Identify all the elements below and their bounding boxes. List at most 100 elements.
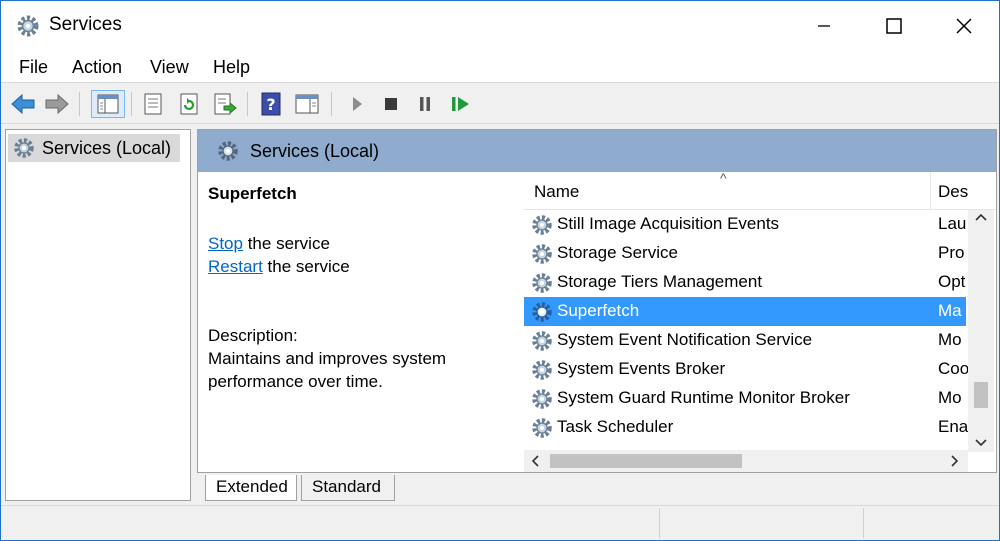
show-action-pane-icon — [295, 94, 319, 114]
resume-service-icon — [452, 97, 469, 111]
service-name: System Events Broker — [557, 359, 726, 378]
service-description: Mo — [938, 330, 962, 349]
forward-arrow-icon — [45, 93, 69, 115]
pause-service-button[interactable] — [411, 90, 439, 118]
service-row[interactable]: Still Image Acquisition Events Lau — [524, 210, 966, 239]
resume-service-button[interactable] — [447, 90, 475, 118]
back-button[interactable] — [9, 90, 37, 118]
stop-service-icon — [385, 98, 397, 110]
properties-icon — [144, 93, 162, 115]
toolbar: ? — [1, 84, 999, 124]
stop-service-button[interactable] — [377, 90, 405, 118]
services-list: ^ Name Des Still Image Acquisition Event… — [524, 172, 996, 472]
services-gear-icon — [14, 138, 34, 158]
services-content-pane: Services (Local) Superfetch Stop the ser… — [197, 129, 997, 473]
service-gear-icon — [532, 302, 552, 322]
horizontal-scrollbar[interactable] — [524, 450, 968, 472]
service-gear-icon — [532, 244, 552, 264]
service-description: Lau — [938, 214, 967, 233]
service-name: Still Image Acquisition Events — [557, 214, 780, 233]
service-gear-icon — [532, 331, 552, 351]
service-description: Pro — [938, 243, 965, 262]
selected-service-name: Superfetch — [208, 184, 297, 203]
menu-bar: File Action View Help — [1, 51, 999, 83]
scroll-up-icon — [975, 213, 987, 221]
service-name: Storage Tiers Management — [557, 272, 763, 291]
restart-service-link[interactable]: Restart — [208, 257, 263, 276]
export-list-button[interactable] — [211, 90, 239, 118]
column-header-name[interactable]: Name — [534, 182, 579, 202]
console-tree: Services (Local) — [5, 129, 191, 501]
forward-button[interactable] — [43, 90, 71, 118]
show-hide-console-tree-icon — [97, 94, 119, 114]
close-button[interactable] — [929, 1, 999, 51]
maximize-icon — [886, 18, 902, 34]
service-description: Coo — [938, 359, 970, 378]
service-name: Superfetch — [557, 301, 640, 320]
service-row[interactable]: Storage Service Pro — [524, 239, 966, 268]
refresh-button[interactable] — [175, 90, 203, 118]
view-tabs: Extended Standard — [197, 475, 997, 503]
service-description: Mo — [938, 388, 962, 407]
pause-service-icon — [420, 97, 430, 111]
refresh-icon — [180, 93, 198, 115]
close-icon — [956, 18, 972, 34]
column-header-description[interactable]: Des — [938, 182, 968, 202]
title-bar: Services — [1, 1, 999, 51]
menu-help[interactable]: Help — [213, 57, 250, 78]
scroll-left-icon — [531, 455, 539, 467]
menu-file[interactable]: File — [19, 57, 48, 78]
scroll-down-icon — [975, 439, 987, 447]
help-button[interactable]: ? — [257, 90, 285, 118]
service-gear-icon — [532, 389, 552, 409]
window-title: Services — [49, 14, 122, 35]
description-label: Description: — [208, 326, 298, 345]
minimize-button[interactable] — [789, 1, 859, 51]
service-description: Opt — [938, 272, 966, 291]
service-name: Task Scheduler — [557, 417, 674, 436]
service-row[interactable]: System Events Broker Coo — [524, 355, 970, 384]
show-hide-console-tree-button[interactable] — [91, 90, 125, 118]
service-description: Ma — [938, 301, 962, 320]
tree-item-label: Services (Local) — [42, 137, 172, 158]
service-name: System Event Notification Service — [557, 330, 813, 349]
maximize-button[interactable] — [859, 1, 929, 51]
vertical-scroll-thumb[interactable] — [974, 382, 988, 408]
back-arrow-icon — [11, 93, 35, 115]
services-gear-icon — [218, 141, 238, 161]
service-gear-icon — [532, 215, 552, 235]
services-window: Services File Action View Help ? Service… — [0, 0, 1000, 541]
tab-standard[interactable]: Standard — [301, 475, 395, 501]
service-gear-icon — [532, 273, 552, 293]
start-service-button[interactable] — [343, 90, 371, 118]
show-action-pane-button[interactable] — [293, 90, 321, 118]
minimize-icon — [818, 25, 830, 27]
restart-suffix: the service — [262, 257, 350, 276]
tree-item-services-local[interactable]: Services (Local) — [8, 134, 180, 162]
menu-view[interactable]: View — [150, 57, 189, 78]
horizontal-scroll-thumb[interactable] — [550, 454, 742, 468]
stop-service-link[interactable]: Stop — [208, 234, 243, 253]
service-row[interactable]: Superfetch Ma — [524, 297, 966, 326]
status-bar — [1, 505, 999, 540]
services-gear-icon — [17, 15, 39, 37]
properties-button[interactable] — [139, 90, 167, 118]
tab-extended[interactable]: Extended — [205, 475, 297, 501]
service-row[interactable]: System Event Notification Service Mo — [524, 326, 966, 355]
service-description: Ena — [938, 417, 969, 436]
service-detail-panel: Superfetch Stop the service Restart the … — [208, 182, 518, 393]
service-row[interactable]: Task Scheduler Ena — [524, 413, 969, 442]
restart-line: Restart the service — [208, 255, 518, 278]
start-service-icon — [353, 97, 362, 111]
export-list-icon — [214, 93, 237, 115]
vertical-scrollbar[interactable] — [968, 210, 994, 452]
content-header-label: Services (Local) — [250, 140, 380, 161]
service-row[interactable]: System Guard Runtime Monitor Broker Mo — [524, 384, 966, 413]
stop-suffix: the service — [242, 234, 330, 253]
list-header: ^ Name Des — [524, 172, 996, 210]
stop-line: Stop the service — [208, 232, 518, 255]
scroll-right-icon — [951, 455, 959, 467]
menu-action[interactable]: Action — [72, 57, 122, 78]
content-header: Services (Local) — [198, 130, 996, 172]
service-row[interactable]: Storage Tiers Management Opt — [524, 268, 966, 297]
